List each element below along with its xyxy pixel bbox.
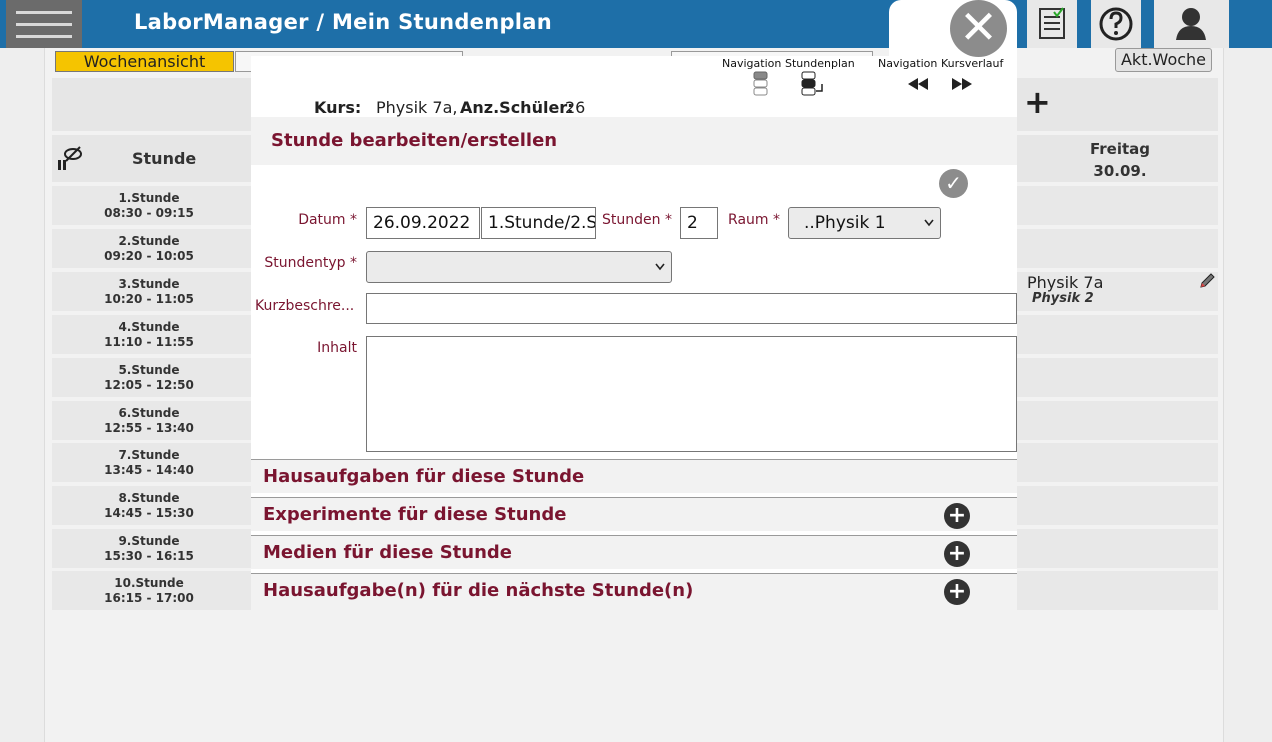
add-circle-icon[interactable]: + [944,503,970,529]
content-textarea[interactable] [366,336,1017,452]
visibility-toggle-icon[interactable] [56,146,84,172]
short-description-field[interactable] [366,293,1017,324]
app-title: LaborManager / Mein Stundenplan [134,10,553,34]
checklist-icon[interactable] [1027,0,1077,48]
period-time: 08:30 - 09:15 [104,206,194,220]
period-name: 10.Stunde [114,576,184,590]
content-label: Inhalt [317,340,357,356]
date-field[interactable]: 26.09.2022 [366,207,480,239]
tab-week-view[interactable]: Wochenansicht [55,51,234,72]
friday-lesson-course[interactable]: Physik 7a [1027,273,1103,292]
accordion-title: Experimente für diese Stunde [263,504,567,525]
section-title: Stunde bearbeiten/erstellen [271,130,558,151]
friday-slot[interactable] [1024,529,1218,568]
accordion-title: Hausaufgaben für diese Stunde [263,466,585,487]
friday-slot[interactable] [1024,315,1218,354]
fast-forward-icon[interactable] [950,76,974,92]
period-cell: 5.Stunde 12:05 - 12:50 [52,358,246,397]
period-cell: 3.Stunde 10:20 - 11:05 [52,272,246,311]
period-time: 13:45 - 14:40 [104,463,194,477]
add-circle-icon[interactable]: + [944,579,970,605]
period-name: 8.Stunde [118,491,180,505]
user-icon[interactable] [1154,0,1229,48]
navigation-layout-icon[interactable] [752,71,770,97]
menu-icon[interactable] [6,0,82,48]
date-label: Datum * [298,212,357,228]
accordion-homework-this[interactable]: Hausaufgaben für diese Stunde [251,459,1017,493]
nav-label-navigation-2: Navigation [878,57,938,70]
period-time: 15:30 - 16:15 [104,549,194,563]
accordion-title: Medien für diese Stunde [263,542,512,563]
accordion-experiments[interactable]: Experimente für diese Stunde + [251,497,1017,531]
period-time: 16:15 - 17:00 [104,591,194,605]
period-name: 3.Stunde [118,277,180,291]
column-header-friday: Freitag 30.09. [1024,138,1216,182]
period-name: 1.Stunde [118,191,180,205]
period-cell: 8.Stunde 14:45 - 15:30 [52,486,246,525]
period-time: 09:20 - 10:05 [104,249,194,263]
period-time: 12:05 - 12:50 [104,378,194,392]
help-icon[interactable] [1091,0,1141,48]
period-name: 7.Stunde [118,448,180,462]
period-time: 12:55 - 13:40 [104,421,194,435]
period-time: 10:20 - 11:05 [104,292,194,306]
room-select[interactable]: ..Physik 1 [788,207,941,239]
friday-slot[interactable] [1024,486,1218,525]
period-time: 14:45 - 15:30 [104,506,194,520]
accordion-media[interactable]: Medien für diese Stunde + [251,535,1017,569]
plus-icon[interactable]: + [1024,86,1051,118]
course-label: Kurs: [314,98,362,117]
student-count-label: Anz.Schüler: [460,98,574,117]
pencil-icon[interactable] [1198,272,1216,290]
friday-slot[interactable] [1024,186,1218,225]
period-cell: 10.Stunde 16:15 - 17:00 [52,571,246,610]
period-cell: 4.Stunde 11:10 - 11:55 [52,315,246,354]
period-cell: 6.Stunde 12:55 - 13:40 [52,401,246,440]
period-field[interactable]: 1.Stunde/2.S [481,207,596,239]
lessons-count-label: Stunden * [602,212,672,228]
accordion-homework-next[interactable]: Hausaufgabe(n) für die nächste Stunde(n)… [251,573,1017,610]
period-cell: 2.Stunde 09:20 - 10:05 [52,229,246,268]
save-check-icon[interactable]: ✓ [939,169,968,198]
period-cell: 1.Stunde 08:30 - 09:15 [52,186,246,225]
top-bar: LaborManager / Mein Stundenplan [0,0,1272,48]
period-name: 2.Stunde [118,234,180,248]
friday-slot[interactable] [1024,443,1218,482]
room-select-value: ..Physik 1 [804,213,886,233]
lessons-count-field[interactable]: 2 [680,207,718,239]
nav-label-stundenplan: Stundenplan [785,57,855,70]
period-cell: 9.Stunde 15:30 - 16:15 [52,529,246,568]
nav-label-kursverlauf: Kursverlauf [941,57,1004,70]
friday-slot[interactable] [1024,358,1218,397]
close-icon[interactable]: ✕ [950,0,1007,57]
friday-label: Freitag [1089,140,1151,158]
short-description-label: Kurzbeschre... [255,298,354,314]
chevron-down-icon [655,252,665,285]
period-name: 5.Stunde [118,363,180,377]
nav-label-navigation: Navigation [722,57,782,70]
period-name: 4.Stunde [118,320,180,334]
lesson-type-select[interactable] [366,251,672,283]
friday-slot[interactable] [1024,571,1218,610]
period-cell: 7.Stunde 13:45 - 14:40 [52,443,246,482]
friday-date: 30.09. [1093,162,1147,180]
column-header-period: Stunde [132,149,197,168]
current-week-button[interactable]: Akt.Woche [1115,48,1212,72]
friday-slot[interactable] [1024,401,1218,440]
chevron-down-icon [924,208,934,249]
add-circle-icon[interactable]: + [944,541,970,567]
student-count-value: 26 [565,98,586,117]
rewind-icon[interactable] [906,76,930,92]
period-time: 11:10 - 11:55 [104,335,194,349]
stundenplan-layout-icon[interactable] [800,71,826,97]
course-value: Physik 7a, [376,98,458,117]
friday-slot[interactable] [1024,229,1218,268]
period-name: 6.Stunde [118,406,180,420]
accordion-title: Hausaufgabe(n) für die nächste Stunde(n) [263,580,694,601]
lesson-type-label: Stundentyp * [264,255,357,271]
friday-lesson-room: Physik 2 [1032,291,1094,306]
period-name: 9.Stunde [118,534,180,548]
room-label: Raum * [728,212,780,228]
